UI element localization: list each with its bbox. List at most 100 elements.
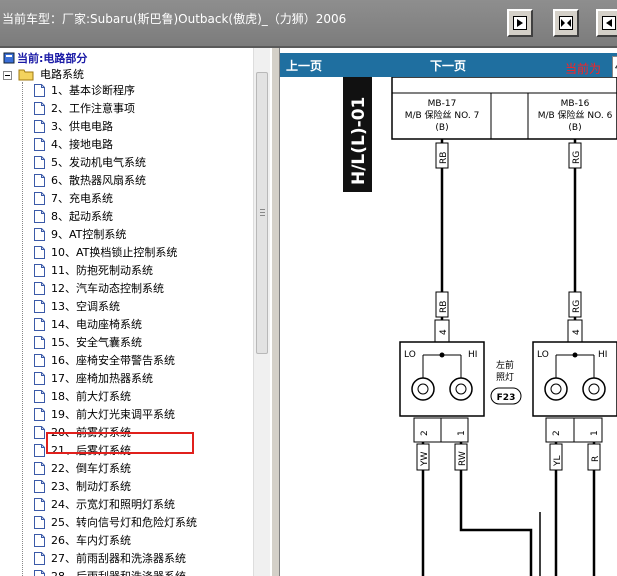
pin-1-right: 1 [590,430,600,436]
tree-item[interactable]: 12、汽车动态控制系统 [34,280,164,298]
document-icon [34,534,45,547]
tree-item-label: 27、前雨刮器和洗涤器系统 [51,552,186,565]
tree-item[interactable]: 16、座椅安全带警告系统 [34,352,175,370]
tree-guide-line [22,82,23,576]
vehicle-title: 当前车型：厂家:Subaru(斯巴鲁)Outback(傲虎)_（力狮）2006 [2,12,347,26]
document-icon [34,120,45,133]
pane-splitter[interactable] [271,48,280,576]
folder-icon [18,68,34,84]
book-icon [3,52,15,67]
tree-item[interactable]: 13、空调系统 [34,298,120,316]
tree-item[interactable]: 9、AT控制系统 [34,226,126,244]
tree-item[interactable]: 17、座椅加热器系统 [34,370,153,388]
tree-item[interactable]: 18、前大灯系统 [34,388,131,406]
tree-item[interactable]: 19、前大灯光束调平系统 [34,406,175,424]
tree-item[interactable]: 24、示宽灯和照明灯系统 [34,496,175,514]
document-icon [34,138,45,151]
document-icon [34,390,45,403]
lamp-left-lo: LO [404,350,416,360]
tree-item-label: 13、空调系统 [51,300,120,313]
document-icon [34,228,45,241]
lamp-right-lo: LO [537,350,549,360]
tree-item[interactable]: 4、接地电路 [34,136,113,154]
document-icon [34,300,45,313]
wire-rg-top: RG [572,151,582,164]
tree-root-label: 当前:电路部分 [17,52,88,65]
tree-item-label: 8、起动系统 [51,210,113,223]
tree-item[interactable]: 3、供电电路 [34,118,113,136]
tree-item-label: 6、散热器风扇系统 [51,174,146,187]
tree-item-label: 1、基本诊断程序 [51,84,135,97]
wire-yw: YW [420,452,430,467]
tree-item-label: 23、制动灯系统 [51,480,131,493]
tree-item-label: 11、防抱死制动系统 [51,264,153,277]
tree-root[interactable]: 当前:电路部分 [3,50,87,67]
connector-label: F23 [497,393,516,403]
fuse-2-sub: (B) [568,123,581,133]
wiring-diagram: H/L(L)-01 MB-17 M/B 保险丝 NO. 7 (B) MB-16 … [280,77,617,576]
tree-item[interactable]: 14、电动座椅系统 [34,316,142,334]
document-icon [34,264,45,277]
lamp-label-1: 左前 [496,359,514,371]
wire-rb-mid: RB [439,301,449,313]
tree-item-label: 15、安全气囊系统 [51,336,142,349]
tree-item-label: 26、车内灯系统 [51,534,131,547]
document-icon [34,210,45,223]
document-icon [34,426,45,439]
nav-button-1[interactable] [507,9,533,37]
arrow-icon [602,16,616,30]
tree-item-label: 24、示宽灯和照明灯系统 [51,498,175,511]
tree-item[interactable]: 2、工作注意事项 [34,100,135,118]
wire-rg-mid: RG [572,300,582,313]
tree-scrollbar[interactable] [253,48,270,576]
document-icon [34,318,45,331]
tree-item[interactable]: 5、发动机电气系统 [34,154,146,172]
pin-2-right: 2 [552,430,562,436]
nav-button-2[interactable] [553,9,579,37]
selection-highlight [46,432,194,454]
tree-item[interactable]: 28、后雨刮器和洗涤器系统 [34,568,186,576]
tree-item[interactable]: 6、散热器风扇系统 [34,172,146,190]
tree-item-label: 10、AT换档锁止控制系统 [51,246,178,259]
pin-4-left: 4 [439,329,449,335]
document-icon [34,480,45,493]
tree-item-label: 14、电动座椅系统 [51,318,142,331]
prev-page-link[interactable]: 上一页 [286,57,322,74]
pin-2-left: 2 [420,430,430,436]
nav-button-3[interactable] [596,9,617,37]
tree-item-label: 16、座椅安全带警告系统 [51,354,175,367]
tree-item[interactable]: 23、制动灯系统 [34,478,131,496]
fuse-1-code: MB-17 [428,99,457,109]
tree-item[interactable]: 11、防抱死制动系统 [34,262,153,280]
tree-item[interactable]: 25、转向信号灯和危险灯系统 [34,514,197,532]
document-icon [34,516,45,529]
header-bar: 当前车型：厂家:Subaru(斯巴鲁)Outback(傲虎)_（力狮）2006 [0,0,617,48]
document-icon [34,372,45,385]
lamp-label-2: 照灯 [496,372,514,383]
tree-item-label: 5、发动机电气系统 [51,156,146,169]
tree-item[interactable]: 10、AT换档锁止控制系统 [34,244,177,262]
document-icon [34,246,45,259]
tree-item[interactable]: 26、车内灯系统 [34,532,131,550]
collapse-box-icon [3,70,12,83]
tree-item-label: 25、转向信号灯和危险灯系统 [51,516,197,529]
tree-item[interactable]: 1、基本诊断程序 [34,82,135,100]
wire-rw: RW [458,451,468,466]
tree-item[interactable]: 27、前雨刮器和洗涤器系统 [34,550,186,568]
tree-item-label: 9、AT控制系统 [51,228,127,241]
document-icon [34,408,45,421]
tree-item-label: 28、后雨刮器和洗涤器系统 [51,570,186,576]
current-page-input[interactable] [612,56,617,78]
document-icon [34,174,45,187]
tree-item-label: 4、接地电路 [51,138,113,151]
tree-item[interactable]: 22、倒车灯系统 [34,460,131,478]
fuse-2-desc: M/B 保险丝 NO. 6 [538,109,613,121]
tree-item[interactable]: 7、充电系统 [34,190,113,208]
tree-item[interactable]: 8、起动系统 [34,208,113,226]
tree-item-label: 3、供电电路 [51,120,113,133]
document-icon [34,192,45,205]
scroll-thumb[interactable] [256,72,268,354]
document-icon [34,282,45,295]
next-page-link[interactable]: 下一页 [430,57,466,74]
tree-item[interactable]: 15、安全气囊系统 [34,334,142,352]
